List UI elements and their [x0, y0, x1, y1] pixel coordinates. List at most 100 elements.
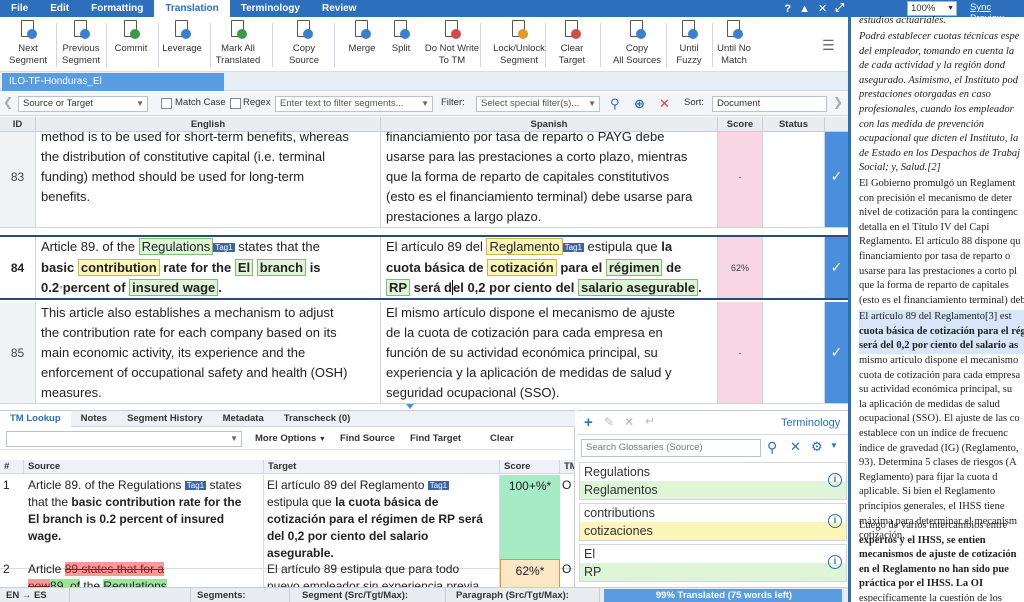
mark-all-translated-button[interactable]: Mark All Translated — [204, 19, 272, 71]
col-score-header[interactable]: Score — [718, 117, 763, 132]
term-highlight[interactable]: El — [234, 258, 254, 276]
term-highlight[interactable]: branch — [256, 258, 307, 276]
settings-gear-icon[interactable]: ⚙ — [811, 439, 823, 455]
clear-target-button[interactable]: Clear Target — [538, 19, 606, 71]
term-highlight[interactable]: cotización — [487, 258, 557, 276]
do-not-write-to-tm-button[interactable]: Do Not Write To TM — [418, 19, 486, 71]
clear-filter-icon[interactable]: ✕ — [659, 96, 670, 112]
scroll-right-icon[interactable]: ❯ — [833, 95, 843, 109]
info-icon[interactable]: i — [828, 555, 842, 569]
term-entry[interactable]: contributions cotizaciones i — [579, 503, 847, 541]
match-case-checkbox[interactable] — [161, 98, 172, 109]
col-status-header[interactable]: Status — [763, 117, 825, 132]
col-tm-header[interactable]: TM — [560, 460, 575, 474]
search-icon[interactable]: ⚲ — [767, 439, 777, 456]
confirmed-check-icon[interactable]: ✓ — [825, 132, 848, 227]
inline-tag[interactable]: Tag1 — [213, 242, 235, 252]
menu-formatting[interactable]: Formatting — [80, 0, 154, 17]
confirmed-check-icon[interactable]: ✓ — [825, 237, 848, 298]
search-scope-select[interactable]: Source or Target ▼ — [18, 96, 148, 112]
col-id-header[interactable]: ID — [0, 117, 36, 132]
preview-paragraph: estudios actuariales. — [859, 15, 946, 25]
more-menu-icon[interactable]: ☰ — [822, 37, 835, 54]
scroll-left-icon[interactable]: ❮ — [3, 95, 13, 109]
search-icon[interactable]: ⚲ — [610, 96, 620, 112]
tab-tm-lookup[interactable]: TM Lookup — [0, 411, 71, 427]
term-highlight[interactable]: Reglamento — [486, 238, 563, 255]
segment-row-83[interactable]: 83 method is to be used for short-term b… — [0, 132, 848, 228]
delete-term-icon[interactable]: ✕ — [624, 415, 634, 429]
expand-icon[interactable]: ⤢ — [835, 2, 844, 15]
help-icon[interactable]: ? — [784, 3, 791, 15]
chevron-down-icon[interactable]: ▼ — [830, 441, 838, 450]
until-no-match-button[interactable]: Until No Match — [700, 19, 768, 71]
tab-segment-history[interactable]: Segment History — [117, 411, 213, 427]
match-case-label: Match Case — [175, 97, 226, 108]
insert-term-icon[interactable]: ↵ — [645, 414, 655, 428]
regex-label: Regex — [243, 97, 271, 108]
source-cell[interactable]: Article 89. of the Regulations Tag1 state… — [36, 237, 381, 298]
tab-transcheck[interactable]: Transcheck (0) — [274, 411, 361, 427]
info-icon[interactable]: i — [828, 514, 842, 528]
collapse-ribbon-icon[interactable]: ▲ — [799, 3, 810, 15]
find-target-button[interactable]: Find Target — [410, 433, 461, 444]
tab-notes[interactable]: Notes — [71, 411, 117, 427]
target-cell-editing[interactable]: El artículo 89 del Reglamento Tag1 estipu… — [381, 237, 718, 298]
term-entry[interactable]: El RP i — [579, 544, 847, 582]
text-run: cotización para el régimen de RP será — [267, 512, 483, 527]
tm-match-row[interactable]: 2 Article 89 states that for a new89. of… — [0, 559, 575, 588]
tab-metadata[interactable]: Metadata — [213, 411, 274, 427]
regex-checkbox[interactable] — [230, 98, 241, 109]
clear-button[interactable]: Clear — [490, 433, 514, 444]
segment-row-84[interactable]: 84 Article 89. of the Regulations Tag1 st… — [0, 235, 848, 300]
preview-line: con las medida de prevención — [859, 118, 984, 130]
paragraph-lengths: Paragraph (Src/Tgt/Max): 779/750/- — [450, 588, 600, 602]
add-term-icon[interactable]: + — [584, 414, 593, 431]
match-score: 100+%* — [500, 475, 560, 568]
more-options-button[interactable]: More Options ▼ — [255, 433, 326, 444]
col-score-header[interactable]: Score — [500, 460, 560, 474]
edit-term-icon[interactable]: ✎ — [604, 415, 614, 429]
inline-tag[interactable]: Tag1 — [562, 242, 584, 252]
preview-line: será del 0,2 por ciento del salario as — [859, 340, 1019, 352]
glossary-search-input[interactable]: Search Glossaries (Source) — [581, 439, 761, 457]
source-cell[interactable]: This article also establishes a mechanis… — [36, 302, 381, 403]
special-filter-select[interactable]: Select special filter(s)... ▼ — [476, 96, 600, 112]
segment-row-85[interactable]: 85 This article also establishes a mecha… — [0, 302, 848, 404]
term-entry[interactable]: Regulations Reglamentos i — [579, 462, 847, 500]
panel-splitter-icon[interactable] — [406, 404, 414, 409]
zoom-search-icon[interactable]: ⊕ — [634, 96, 645, 112]
close-icon[interactable]: ✕ — [818, 2, 827, 15]
find-source-button[interactable]: Find Source — [340, 433, 395, 444]
menu-review[interactable]: Review — [311, 0, 367, 17]
col-source-header[interactable]: Source — [24, 460, 264, 474]
segment-filter-input[interactable]: Enter text to filter segments... ▼ — [275, 96, 433, 112]
confirmed-check-icon[interactable]: ✓ — [825, 302, 848, 403]
term-highlight[interactable]: Regulations — [138, 238, 214, 255]
term-highlight[interactable]: insured wage — [129, 278, 219, 296]
term-target: Reglamentos — [580, 481, 846, 499]
lookup-search-input[interactable]: ▼ — [6, 431, 242, 447]
col-source-header[interactable]: English — [36, 117, 381, 132]
target-cell[interactable]: financiamiento por tasa de reparto o PAY… — [381, 132, 718, 227]
menu-file[interactable]: File — [0, 0, 39, 17]
file-tab[interactable]: ILO-TF-Honduras_El only_draft_20220812_e… — [2, 73, 224, 105]
source-cell[interactable]: method is to be used for short-term bene… — [36, 132, 381, 227]
term-highlight[interactable]: régimen — [605, 258, 663, 276]
clear-search-icon[interactable]: ✕ — [790, 439, 801, 455]
term-highlight[interactable]: RP — [386, 278, 411, 296]
target-cell[interactable]: El mismo artículo dispone el mecanismo d… — [381, 302, 718, 403]
col-target-header[interactable]: Spanish — [381, 117, 718, 132]
menu-edit[interactable]: Edit — [39, 0, 80, 17]
preview-line: detalla en el Título IV del Capí — [859, 221, 990, 233]
menu-terminology[interactable]: Terminology — [230, 0, 311, 17]
col-target-header[interactable]: Target — [264, 460, 500, 474]
tm-match-row[interactable]: 1 Article 89. of the Regulations Tag1 st… — [0, 475, 575, 569]
info-icon[interactable]: i — [828, 473, 842, 487]
mark-all-translated-icon — [228, 19, 248, 41]
term-highlight[interactable]: contribution — [77, 258, 160, 276]
term-highlight[interactable]: salario asegurable — [577, 278, 699, 296]
preview-line: Luego de varios intercambios entre — [859, 520, 1008, 531]
menu-translation[interactable]: Translation — [154, 0, 230, 17]
sort-select[interactable]: Document — [712, 96, 827, 112]
